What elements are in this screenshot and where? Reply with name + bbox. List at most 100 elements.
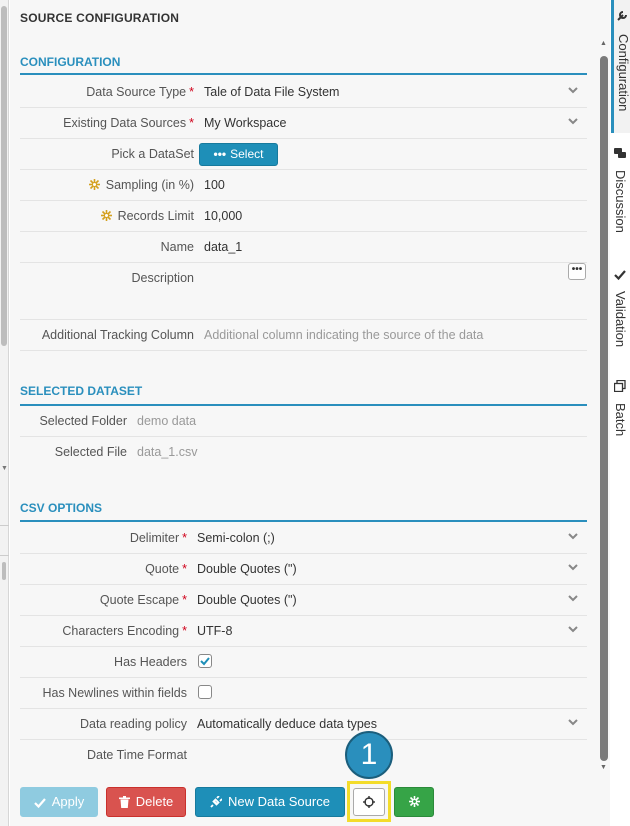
name-label: Name (160, 240, 194, 254)
quote-escape-value[interactable]: Double Quotes (") (197, 593, 297, 607)
pick-dataset-label: Pick a DataSet (111, 147, 194, 161)
sampling-value[interactable]: 100 (204, 178, 225, 192)
quote-value[interactable]: Double Quotes (") (197, 562, 297, 576)
step-badge: 1 (345, 731, 393, 779)
side-tab-bar: Configuration Discussion Validation Batc… (611, 0, 630, 826)
scroll-up-arrow-icon[interactable]: ▲ (600, 40, 607, 47)
tracking-column-label: Additional Tracking Column (41, 328, 194, 342)
left-scroll-arrow-icon[interactable]: ▼ (1, 465, 8, 472)
reading-policy-value[interactable]: Automatically deduce data types (197, 717, 377, 731)
tab-configuration[interactable]: Configuration (611, 0, 630, 133)
left-divider (0, 525, 9, 526)
wrench-icon (617, 11, 627, 21)
quote-escape-label: Quote Escape * (99, 593, 187, 607)
data-source-type-row[interactable]: Data Source Type * Tale of Data File Syst… (20, 77, 587, 108)
delimiter-value[interactable]: Semi-colon (;) (197, 531, 275, 545)
chevron-down-icon[interactable] (567, 530, 579, 542)
tab-validation[interactable]: Validation (611, 263, 630, 368)
copy-icon (614, 380, 626, 392)
quote-escape-row[interactable]: Quote Escape * Double Quotes (") (20, 585, 587, 616)
selected-folder-label: Selected Folder (39, 414, 127, 428)
has-headers-checkbox[interactable] (198, 654, 212, 668)
quote-row[interactable]: Quote * Double Quotes (") (20, 554, 587, 585)
left-scrollbar-thumb[interactable] (1, 6, 7, 346)
records-limit-row[interactable]: Records Limit 10,000 (20, 201, 587, 232)
left-mini-scrollbar-thumb[interactable] (2, 562, 6, 580)
records-limit-value[interactable]: 10,000 (204, 209, 242, 223)
has-newlines-checkbox[interactable] (198, 685, 212, 699)
description-expand-button[interactable]: ••• (568, 263, 586, 280)
check-icon (200, 657, 210, 666)
apply-button[interactable]: Apply (20, 787, 98, 817)
has-newlines-label: Has Newlines within fields (42, 686, 187, 700)
csv-options-section-title: CSV OPTIONS (20, 501, 103, 515)
tab-batch[interactable]: Batch (611, 376, 630, 456)
description-row[interactable]: Description (20, 263, 587, 320)
sparkle-action-button[interactable] (394, 787, 434, 817)
tracking-column-row[interactable]: Additional Tracking Column Additional co… (20, 320, 587, 351)
tab-discussion[interactable]: Discussion (611, 143, 630, 253)
pick-dataset-row: Pick a DataSet ••• Select (20, 139, 587, 170)
scroll-down-arrow-icon[interactable]: ▼ (600, 764, 607, 771)
chevron-down-icon[interactable] (567, 592, 579, 604)
panel-title: SOURCE CONFIGURATION (20, 11, 180, 25)
source-configuration-panel: SOURCE CONFIGURATION CONFIGURATION Data … (10, 0, 610, 826)
chevron-down-icon[interactable] (567, 561, 579, 573)
section-divider (20, 520, 587, 522)
sampling-label: Sampling (in %) (88, 178, 194, 192)
encoding-row[interactable]: Characters Encoding * UTF-8 (20, 616, 587, 647)
selected-folder-row: Selected Folder demo data (20, 406, 587, 437)
reading-policy-row[interactable]: Data reading policy Automatically deduce… (20, 709, 587, 740)
records-limit-label: Records Limit (100, 209, 194, 223)
encoding-value[interactable]: UTF-8 (197, 624, 232, 638)
tracking-column-input[interactable]: Additional column indicating the source … (204, 328, 483, 342)
has-headers-label: Has Headers (114, 655, 187, 669)
section-divider (20, 73, 587, 75)
chevron-down-icon[interactable] (567, 623, 579, 635)
chevron-down-icon[interactable] (567, 84, 579, 96)
chevron-down-icon[interactable] (567, 716, 579, 728)
check-icon (614, 270, 626, 281)
crosshair-icon (363, 796, 375, 808)
selected-file-value: data_1.csv (137, 445, 198, 459)
sparkle-icon (88, 179, 100, 190)
name-value[interactable]: data_1 (204, 240, 242, 254)
delimiter-label: Delimiter * (129, 531, 187, 545)
existing-data-sources-label: Existing Data Sources * (63, 116, 194, 130)
quote-label: Quote * (145, 562, 187, 576)
data-source-type-value[interactable]: Tale of Data File System (204, 85, 339, 99)
select-dataset-button[interactable]: ••• Select (199, 143, 278, 166)
description-label: Description (131, 271, 194, 285)
trash-icon (118, 796, 130, 808)
plug-icon (210, 795, 223, 808)
sparkle-icon (408, 796, 420, 807)
sampling-row[interactable]: Sampling (in %) 100 (20, 170, 587, 201)
selected-folder-value: demo data (137, 414, 197, 428)
comments-icon (614, 148, 626, 158)
datetime-format-label: Date Time Format (86, 748, 187, 762)
chevron-down-icon[interactable] (567, 115, 579, 127)
has-headers-row: Has Headers (20, 647, 587, 678)
existing-data-sources-row[interactable]: Existing Data Sources * My Workspace (20, 108, 587, 139)
data-source-type-label: Data Source Type * (86, 85, 194, 99)
target-button[interactable] (353, 788, 385, 816)
selected-file-label: Selected File (54, 445, 127, 459)
reading-policy-label: Data reading policy (79, 717, 187, 731)
new-data-source-button[interactable]: New Data Source (195, 787, 345, 817)
check-icon (33, 798, 46, 809)
left-panel-strip: ▼ (0, 0, 9, 826)
main-scrollbar-thumb[interactable] (600, 56, 608, 761)
delete-button[interactable]: Delete (106, 787, 186, 817)
delimiter-row[interactable]: Delimiter * Semi-colon (;) (20, 523, 587, 554)
ellipsis-icon: ••• (213, 147, 227, 161)
existing-data-sources-value[interactable]: My Workspace (204, 116, 286, 130)
sparkle-icon (100, 210, 112, 221)
selected-file-row: Selected File data_1.csv (20, 437, 587, 468)
configuration-section-title: CONFIGURATION (20, 55, 121, 69)
encoding-label: Characters Encoding * (62, 624, 187, 638)
datetime-format-row[interactable]: Date Time Format (20, 740, 587, 771)
has-newlines-row: Has Newlines within fields (20, 678, 587, 709)
name-row[interactable]: Name data_1 (20, 232, 587, 263)
left-divider (0, 555, 9, 556)
selected-dataset-section-title: SELECTED DATASET (20, 384, 143, 398)
